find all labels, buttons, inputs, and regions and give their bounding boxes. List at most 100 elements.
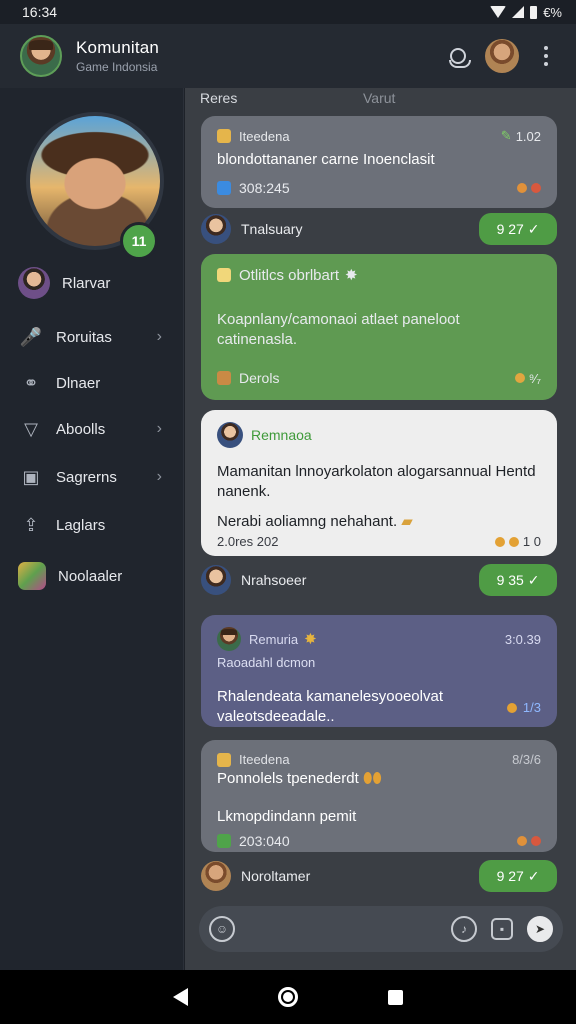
message-time: 3:0.39 [504,631,541,647]
check-icon [217,834,231,848]
message-text: blondottananer carne Inoenclasit [217,151,435,168]
link-icon: ⚭ [23,372,39,393]
sidebar-item-voice[interactable]: 🎤 Roruitas › [18,320,178,354]
recents-icon[interactable] [388,989,403,1005]
message-time: 8/3/6 [512,752,541,767]
message-time: 2.0res 202 [217,534,279,549]
status-pill[interactable]: 9 27 ✓ [479,213,557,245]
badge-icon [217,129,231,143]
sender-avatar [201,565,231,595]
message-meta: 1/3 [506,700,541,715]
status-time: 16:34 [22,4,58,20]
sender-avatar [201,214,231,244]
chevron-right-icon: › [156,420,162,437]
search-icon [449,48,471,68]
note-icon [217,268,231,282]
status-pill[interactable]: 9 35 ✓ [479,564,557,596]
message-footer: 203:040 [239,833,290,849]
message-text-secondary: Nerabi aoliamng nehahant. ▰ [217,513,413,530]
sidebar-item-label: Noolaaler [58,567,123,585]
reaction-icons [517,183,541,193]
home-icon[interactable] [278,987,298,1007]
sidebar-item-label: Rlarvar [62,274,111,292]
sparkle-icon: ✸ [345,267,358,284]
send-button[interactable]: ➤ [527,916,553,942]
user-avatar [485,39,519,73]
message-author: Iteedena [239,128,290,144]
message-footer: Derols [239,370,280,386]
more-options-button[interactable] [528,38,564,74]
message-text: Koapnlany/camonaoi atlaet paneloot catin… [217,311,460,348]
message-author: Otlitlcs obrlbart [239,266,340,284]
message-card[interactable]: Remnaoa Mamanitan lnnoyarkolaton alogars… [201,410,557,556]
app-header: Komunitan Game Indonsia [0,24,576,88]
sender-name: Noroltamer [241,868,311,884]
sidebar-item-label: Laglars [56,516,106,534]
header-titles: Komunitan Game Indonsia [76,38,432,74]
author-avatar [217,422,243,448]
sidebar-item-upload[interactable]: ⇪ Laglars [18,508,178,542]
column-header-left: Reres [200,90,238,106]
message-meta: 1 0 [494,534,541,549]
battery-icon [530,5,538,19]
message-card[interactable]: Iteedena 8/3/6 Ponnolels tpenederdt ⬮⬮ L… [201,740,557,852]
system-navbar [0,970,576,1024]
attach-button[interactable]: ▪ [491,918,513,940]
microphone-icon: 🎤 [19,326,43,347]
checkbox-icon [217,181,231,195]
status-icons: €% [490,5,562,20]
screen-icon: ▣ [22,466,40,487]
player-avatar [18,267,50,299]
author-avatar [217,627,241,651]
message-text: Rhalendeata kamanelesyooeolvat valeotsde… [217,688,443,725]
sender-row[interactable]: Noroltamer [201,861,310,891]
message-card[interactable]: Otlitlcs obrlbart ✸ Koapnlany/camonaoi a… [201,254,557,400]
message-text: Mamanitan lnnoyarkolaton alogarsannual H… [217,463,536,500]
profile-badge: 11 [120,222,158,260]
status-pill[interactable]: 9 27 ✓ [479,860,557,892]
sidebar: 11 Rlarvar 🎤 Roruitas › ⚭ Dlnaer ▽ Abool… [0,88,184,970]
page-title: Komunitan [76,38,160,57]
reward-icon [217,371,231,385]
sender-row[interactable]: Nrahsoeer [201,565,306,595]
sidebar-item-label: Roruitas [56,328,112,346]
sender-name: Tnalsuary [241,221,303,237]
voice-button[interactable]: ♪ [451,916,477,942]
message-subtitle: Ponnolels tpenederdt ⬮⬮ [217,770,382,787]
sender-avatar [201,861,231,891]
filter-icon: ▽ [24,418,38,439]
message-author: Iteedena [239,752,290,767]
sparkle-icon: ✸ [304,631,317,648]
sidebar-item-label: Dlnaer [56,374,101,392]
message-time: ✎ 1.02 [500,128,541,144]
back-icon[interactable] [173,988,188,1006]
sidebar-item-label: Sagrerns [56,468,117,486]
message-subtitle: Raoadahl dcmon [217,655,316,670]
community-avatar[interactable] [20,35,62,77]
chevron-right-icon: › [156,468,162,485]
sidebar-item-player[interactable]: Rlarvar [18,266,178,300]
page-subtitle: Game Indonsia [76,60,158,74]
message-composer: ☺ ♪ ▪ ➤ [199,906,563,952]
sidebar-item-filter[interactable]: ▽ Aboolls › [18,412,178,446]
sidebar-item-screen[interactable]: ▣ Sagrerns › [18,460,178,494]
sidebar-item-games[interactable]: Noolaaler [18,559,178,593]
battery-text: €% [543,4,562,20]
sender-row[interactable]: Tnalsuary [201,214,302,244]
message-card[interactable]: Remuria ✸ 3:0.39 Raoadahl dcmon Rhalende… [201,615,557,727]
chevron-right-icon: › [156,328,162,345]
message-author: Remuria [249,631,299,647]
search-button[interactable] [440,38,476,74]
upload-icon: ⇪ [23,514,39,535]
emoji-button[interactable]: ☺ [209,916,235,942]
status-bar: 16:34 €% [0,0,576,24]
profile-button[interactable] [484,38,520,74]
reaction-icons [517,836,541,846]
message-card[interactable]: Iteedena ✎ 1.02 blondottananer carne Inoe… [201,116,557,208]
sidebar-item-links[interactable]: ⚭ Dlnaer [18,366,178,400]
message-meta: ⁹⁄₇ [514,371,541,386]
badge-icon [217,752,231,767]
signal-icon [512,6,525,18]
chat-panel: Reres Varut Iteedena ✎ 1.02 blondottanane… [185,88,576,970]
column-header-right: Varut [363,90,396,106]
